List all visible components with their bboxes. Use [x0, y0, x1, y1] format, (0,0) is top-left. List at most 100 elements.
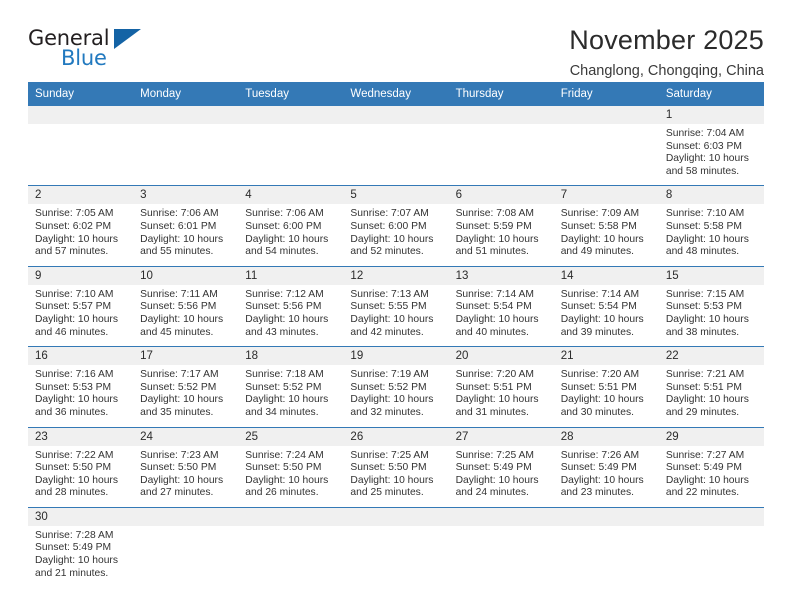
day-number: 10 — [133, 266, 239, 285]
day-number: 21 — [553, 347, 659, 366]
daylight-duration-line-2: and 27 minutes. — [140, 487, 214, 499]
day-details — [449, 124, 554, 178]
calendar-day-cell[interactable]: 25 Sunrise: 7:24 AM Sunset: 5:50 PM Dayligh… — [238, 426, 344, 508]
sunset-time: Sunset: 5:53 PM — [35, 381, 112, 393]
calendar-day-cell[interactable]: 2 Sunrise: 7:05 AM Sunset: 6:02 PM Daylight… — [28, 185, 134, 267]
day-number — [448, 106, 554, 124]
calendar-day-cell[interactable]: 12 Sunrise: 7:13 AM Sunset: 5:55 PM Dayligh… — [343, 265, 449, 347]
calendar-day-cell[interactable]: 29 Sunrise: 7:27 AM Sunset: 5:49 PM Dayligh… — [658, 426, 764, 508]
calendar-day-cell-empty — [553, 506, 659, 588]
daylight-duration-line-1: Daylight: 10 hours — [665, 394, 749, 406]
day-number: 22 — [658, 347, 764, 366]
day-number — [448, 507, 554, 526]
day-details: Sunrise: 7:23 AM Sunset: 5:50 PM Daylight:… — [133, 446, 238, 507]
day-number — [343, 106, 449, 124]
title-block: November 2025 Changlong, Chongqing, Chin… — [569, 25, 764, 80]
daylight-duration-line-2: and 42 minutes. — [350, 326, 424, 338]
calendar-day-cell[interactable]: 1 Sunrise: 7:04 AM Sunset: 6:03 PM Daylight… — [658, 106, 764, 186]
sunset-time: Sunset: 5:49 PM — [455, 462, 532, 474]
calendar-week-row: 30 Sunrise: 7:28 AM Sunset: 5:49 PM Dayligh… — [28, 506, 764, 588]
calendar-week-row: 2 Sunrise: 7:05 AM Sunset: 6:02 PM Daylight… — [28, 185, 764, 267]
calendar-day-cell[interactable]: 11 Sunrise: 7:12 AM Sunset: 5:56 PM Dayligh… — [238, 265, 344, 347]
sunrise-time: Sunrise: 7:27 AM — [665, 449, 745, 461]
logo-word-blue: Blue — [61, 46, 107, 70]
sunrise-time: Sunrise: 7:06 AM — [140, 208, 219, 220]
sunset-time: Sunset: 5:50 PM — [35, 462, 112, 474]
calendar-day-cell[interactable]: 16 Sunrise: 7:16 AM Sunset: 5:53 PM Dayligh… — [28, 346, 134, 427]
calendar-day-cell[interactable]: 6 Sunrise: 7:08 AM Sunset: 5:59 PM Daylight… — [448, 185, 554, 267]
calendar-day-cell-empty — [133, 506, 239, 588]
day-details — [659, 526, 764, 586]
sunrise-time: Sunrise: 7:17 AM — [140, 369, 219, 381]
calendar-body: 1 Sunrise: 7:04 AM Sunset: 6:03 PM Daylight… — [28, 106, 764, 588]
sunset-time: Sunset: 5:51 PM — [560, 381, 637, 393]
calendar-day-cell[interactable]: 21 Sunrise: 7:20 AM Sunset: 5:51 PM Dayligh… — [553, 346, 659, 427]
sunrise-time: Sunrise: 7:24 AM — [245, 449, 324, 461]
daylight-duration-line-1: Daylight: 10 hours — [35, 555, 118, 567]
calendar-day-cell[interactable]: 23 Sunrise: 7:22 AM Sunset: 5:50 PM Dayligh… — [28, 426, 134, 508]
calendar-day-cell[interactable]: 3 Sunrise: 7:06 AM Sunset: 6:01 PM Daylight… — [133, 185, 239, 267]
daylight-duration-line-1: Daylight: 10 hours — [35, 233, 118, 245]
day-number: 7 — [553, 186, 659, 205]
daylight-duration-line-1: Daylight: 10 hours — [350, 313, 434, 325]
daylight-duration-line-1: Daylight: 10 hours — [245, 394, 329, 406]
calendar-day-cell[interactable]: 24 Sunrise: 7:23 AM Sunset: 5:50 PM Dayligh… — [133, 426, 239, 508]
calendar-day-cell[interactable]: 20 Sunrise: 7:20 AM Sunset: 5:51 PM Dayligh… — [448, 346, 554, 427]
sunrise-time: Sunrise: 7:26 AM — [560, 449, 640, 461]
calendar-day-cell[interactable]: 28 Sunrise: 7:26 AM Sunset: 5:49 PM Dayligh… — [553, 426, 659, 508]
day-number: 5 — [343, 186, 449, 205]
weekday-header-row: Sunday Monday Tuesday Wednesday Thursday… — [28, 82, 764, 106]
general-blue-logo[interactable]: General Blue — [28, 26, 148, 72]
calendar-day-cell[interactable]: 22 Sunrise: 7:21 AM Sunset: 5:51 PM Dayligh… — [658, 346, 764, 427]
calendar-day-cell[interactable]: 18 Sunrise: 7:18 AM Sunset: 5:52 PM Dayligh… — [238, 346, 344, 427]
daylight-duration-line-2: and 30 minutes. — [560, 406, 634, 418]
day-details: Sunrise: 7:10 AM Sunset: 5:57 PM Daylight:… — [28, 285, 133, 346]
sunrise-time: Sunrise: 7:13 AM — [350, 288, 429, 300]
daylight-duration-line-1: Daylight: 10 hours — [665, 313, 749, 325]
sunset-time: Sunset: 5:52 PM — [140, 381, 217, 393]
calendar-day-cell[interactable]: 27 Sunrise: 7:25 AM Sunset: 5:49 PM Dayligh… — [448, 426, 554, 508]
page-title: November 2025 — [569, 25, 764, 55]
daylight-duration-line-2: and 39 minutes. — [560, 326, 634, 338]
calendar-day-cell[interactable]: 14 Sunrise: 7:14 AM Sunset: 5:54 PM Dayligh… — [553, 265, 659, 347]
calendar-week-row: 9 Sunrise: 7:10 AM Sunset: 5:57 PM Daylight… — [28, 265, 764, 347]
daylight-duration-line-1: Daylight: 10 hours — [350, 474, 434, 486]
day-details — [449, 526, 554, 586]
calendar-day-cell[interactable]: 13 Sunrise: 7:14 AM Sunset: 5:54 PM Dayligh… — [448, 265, 554, 347]
day-number: 18 — [238, 347, 344, 366]
sunrise-time: Sunrise: 7:04 AM — [665, 128, 745, 139]
calendar-day-cell[interactable]: 9 Sunrise: 7:10 AM Sunset: 5:57 PM Daylight… — [28, 265, 134, 347]
day-details — [133, 124, 238, 178]
day-details: Sunrise: 7:15 AM Sunset: 5:53 PM Daylight:… — [659, 285, 764, 346]
calendar-day-cell[interactable]: 4 Sunrise: 7:06 AM Sunset: 6:00 PM Daylight… — [238, 185, 344, 267]
calendar-day-cell[interactable]: 10 Sunrise: 7:11 AM Sunset: 5:56 PM Dayligh… — [133, 265, 239, 347]
daylight-duration-line-1: Daylight: 10 hours — [245, 233, 329, 245]
sunset-time: Sunset: 5:49 PM — [665, 462, 742, 474]
weekday-header-monday: Monday — [133, 82, 239, 106]
sunrise-time: Sunrise: 7:16 AM — [35, 369, 114, 381]
day-number — [343, 507, 449, 526]
daylight-duration-line-2: and 22 minutes. — [665, 487, 740, 499]
calendar-day-cell[interactable]: 26 Sunrise: 7:25 AM Sunset: 5:50 PM Dayligh… — [343, 426, 449, 508]
calendar-day-cell[interactable]: 15 Sunrise: 7:15 AM Sunset: 5:53 PM Dayligh… — [658, 265, 764, 347]
calendar-day-cell[interactable]: 17 Sunrise: 7:17 AM Sunset: 5:52 PM Dayligh… — [133, 346, 239, 427]
day-details — [133, 526, 238, 586]
sunrise-time: Sunrise: 7:19 AM — [350, 369, 429, 381]
sunrise-time: Sunrise: 7:15 AM — [665, 288, 745, 300]
sunset-time: Sunset: 5:57 PM — [35, 301, 112, 313]
calendar-day-cell[interactable]: 5 Sunrise: 7:07 AM Sunset: 6:00 PM Daylight… — [343, 185, 449, 267]
daylight-duration-line-2: and 49 minutes. — [560, 246, 634, 258]
sunset-time: Sunset: 5:54 PM — [560, 301, 637, 313]
calendar-day-cell[interactable]: 7 Sunrise: 7:09 AM Sunset: 5:58 PM Daylight… — [553, 185, 659, 267]
calendar-day-cell[interactable]: 8 Sunrise: 7:10 AM Sunset: 5:58 PM Daylight… — [658, 185, 764, 267]
sunrise-time: Sunrise: 7:28 AM — [35, 529, 114, 541]
day-number — [658, 507, 764, 526]
calendar-day-cell[interactable]: 19 Sunrise: 7:19 AM Sunset: 5:52 PM Dayligh… — [343, 346, 449, 427]
daylight-duration-line-1: Daylight: 10 hours — [140, 474, 224, 486]
calendar-day-cell[interactable]: 30 Sunrise: 7:28 AM Sunset: 5:49 PM Dayligh… — [28, 506, 134, 588]
day-details: Sunrise: 7:12 AM Sunset: 5:56 PM Daylight:… — [238, 285, 343, 346]
day-number: 29 — [658, 427, 764, 446]
sunrise-time: Sunrise: 7:10 AM — [665, 208, 745, 220]
daylight-duration-line-2: and 28 minutes. — [35, 487, 109, 499]
day-details: Sunrise: 7:18 AM Sunset: 5:52 PM Daylight:… — [238, 365, 343, 426]
